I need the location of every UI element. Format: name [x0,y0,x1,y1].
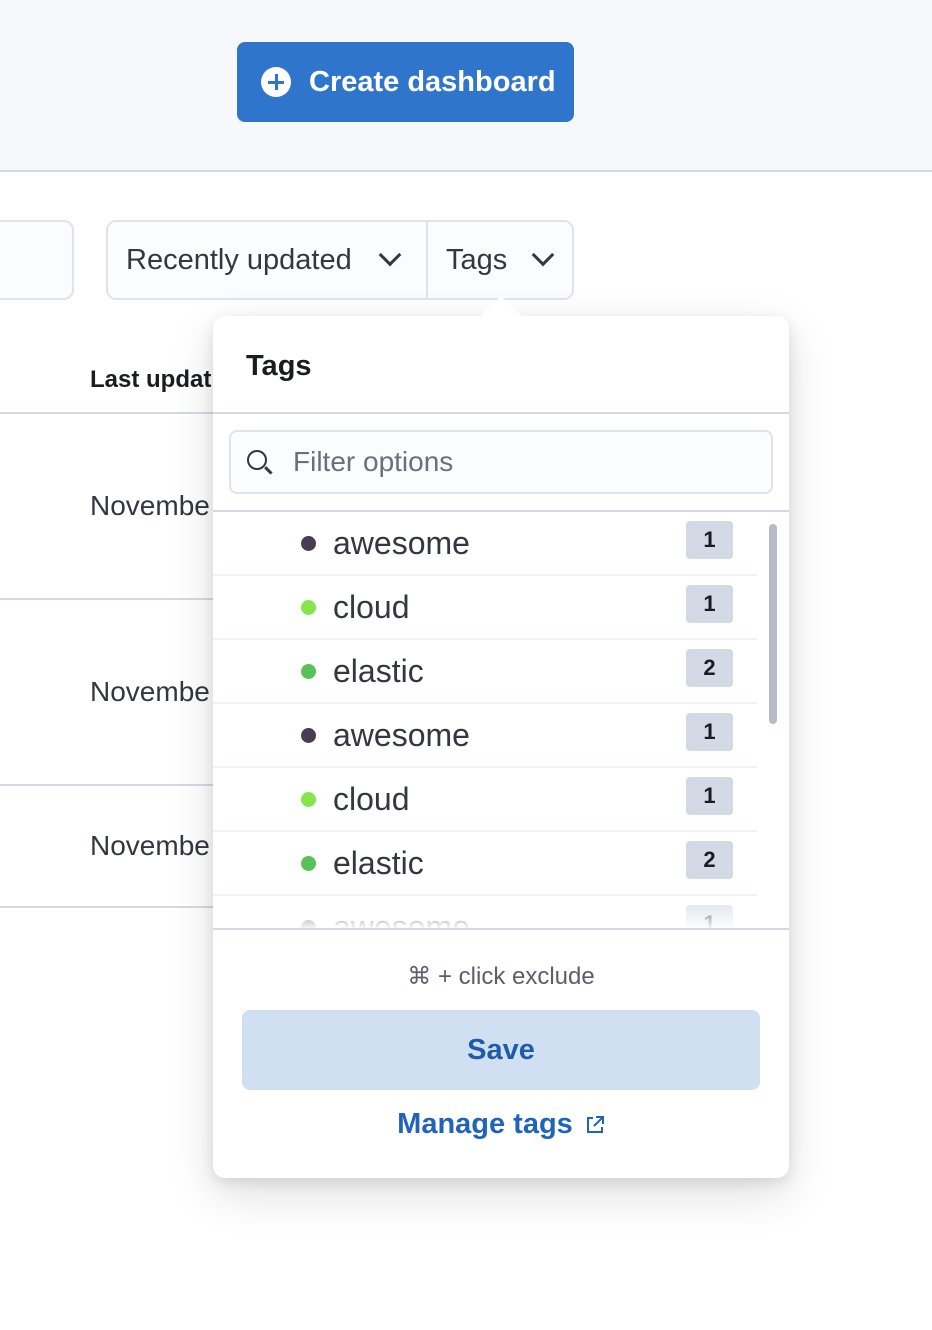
tag-options-list[interactable]: awesome 1 cloud 1 elastic 2 awesome 1 cloud 1 elas… [213,512,789,928]
create-dashboard-label: Create dashboard [309,65,556,98]
scrollbar[interactable] [769,524,777,724]
tag-option[interactable]: elastic 2 [213,640,757,704]
tag-option-label: awesome [333,908,470,929]
tag-color-dot-icon [301,791,316,807]
tag-option[interactable]: cloud 1 [213,576,757,640]
tag-option-label: cloud [333,588,410,625]
tag-count-badge: 2 [686,841,733,879]
table-cell-date: Novembe [90,830,210,861]
tag-color-dot-icon [301,663,316,679]
manage-tags-link[interactable]: Manage tags [213,1108,789,1141]
tag-count-badge: 2 [686,649,733,687]
tag-count-badge: 1 [686,777,733,815]
search-icon [247,450,273,475]
search-field[interactable] [0,220,74,300]
tag-option-label: cloud [333,780,410,817]
tag-count-badge: 1 [686,521,733,559]
tag-count-badge: 1 [686,713,733,751]
tag-option[interactable]: cloud 1 [213,768,757,832]
tag-option-label: awesome [333,716,470,753]
tag-count-badge: 1 [686,585,733,623]
table-divider [0,598,220,600]
divider [213,412,789,414]
tag-color-dot-icon [301,599,316,615]
table-divider [0,412,220,414]
tag-color-dot-icon [301,919,316,928]
column-header-last-updated[interactable]: Last updat [90,366,211,394]
plus-circle-icon [261,67,291,97]
tag-option-label: elastic [333,652,424,689]
tag-color-dot-icon [301,535,316,551]
divider [213,928,789,930]
tags-filter-label: Tags [446,243,508,276]
tag-color-dot-icon [301,855,316,871]
tag-option[interactable]: elastic 2 [213,832,757,896]
sort-dropdown[interactable]: Recently updated [108,222,428,298]
tag-option-label: awesome [333,524,470,561]
filter-options-search [229,430,773,494]
table-divider [0,906,220,908]
chevron-down-icon [378,243,402,267]
manage-tags-label: Manage tags [397,1108,573,1140]
tag-option[interactable]: awesome 1 [213,896,757,928]
tag-option[interactable]: awesome 1 [213,704,757,768]
tag-count-badge: 1 [686,905,733,928]
external-link-icon [586,1115,604,1133]
table-divider [0,784,220,786]
table-cell-date: Novembe [90,676,210,707]
popover-title: Tags [246,350,312,382]
filter-options-input[interactable] [293,446,733,478]
tags-filter-button[interactable]: Tags [428,222,572,298]
tags-popover: Tags awesome1cloud1elastic2awesome1cloud… [213,316,789,1178]
sort-dropdown-label: Recently updated [126,243,352,276]
create-dashboard-button[interactable]: Create dashboard [237,42,574,122]
tag-option-label: elastic [333,844,424,881]
table-cell-date: Novembe [90,490,210,521]
tag-color-dot-icon [301,727,316,743]
chevron-down-icon [531,243,555,267]
page-header: Create dashboard [0,0,932,172]
save-button[interactable]: Save [242,1010,760,1090]
exclude-hint: ⌘ + click exclude [407,963,595,990]
filter-group: Recently updated Tags [106,220,574,300]
tag-option[interactable]: awesome 1 [213,512,757,576]
